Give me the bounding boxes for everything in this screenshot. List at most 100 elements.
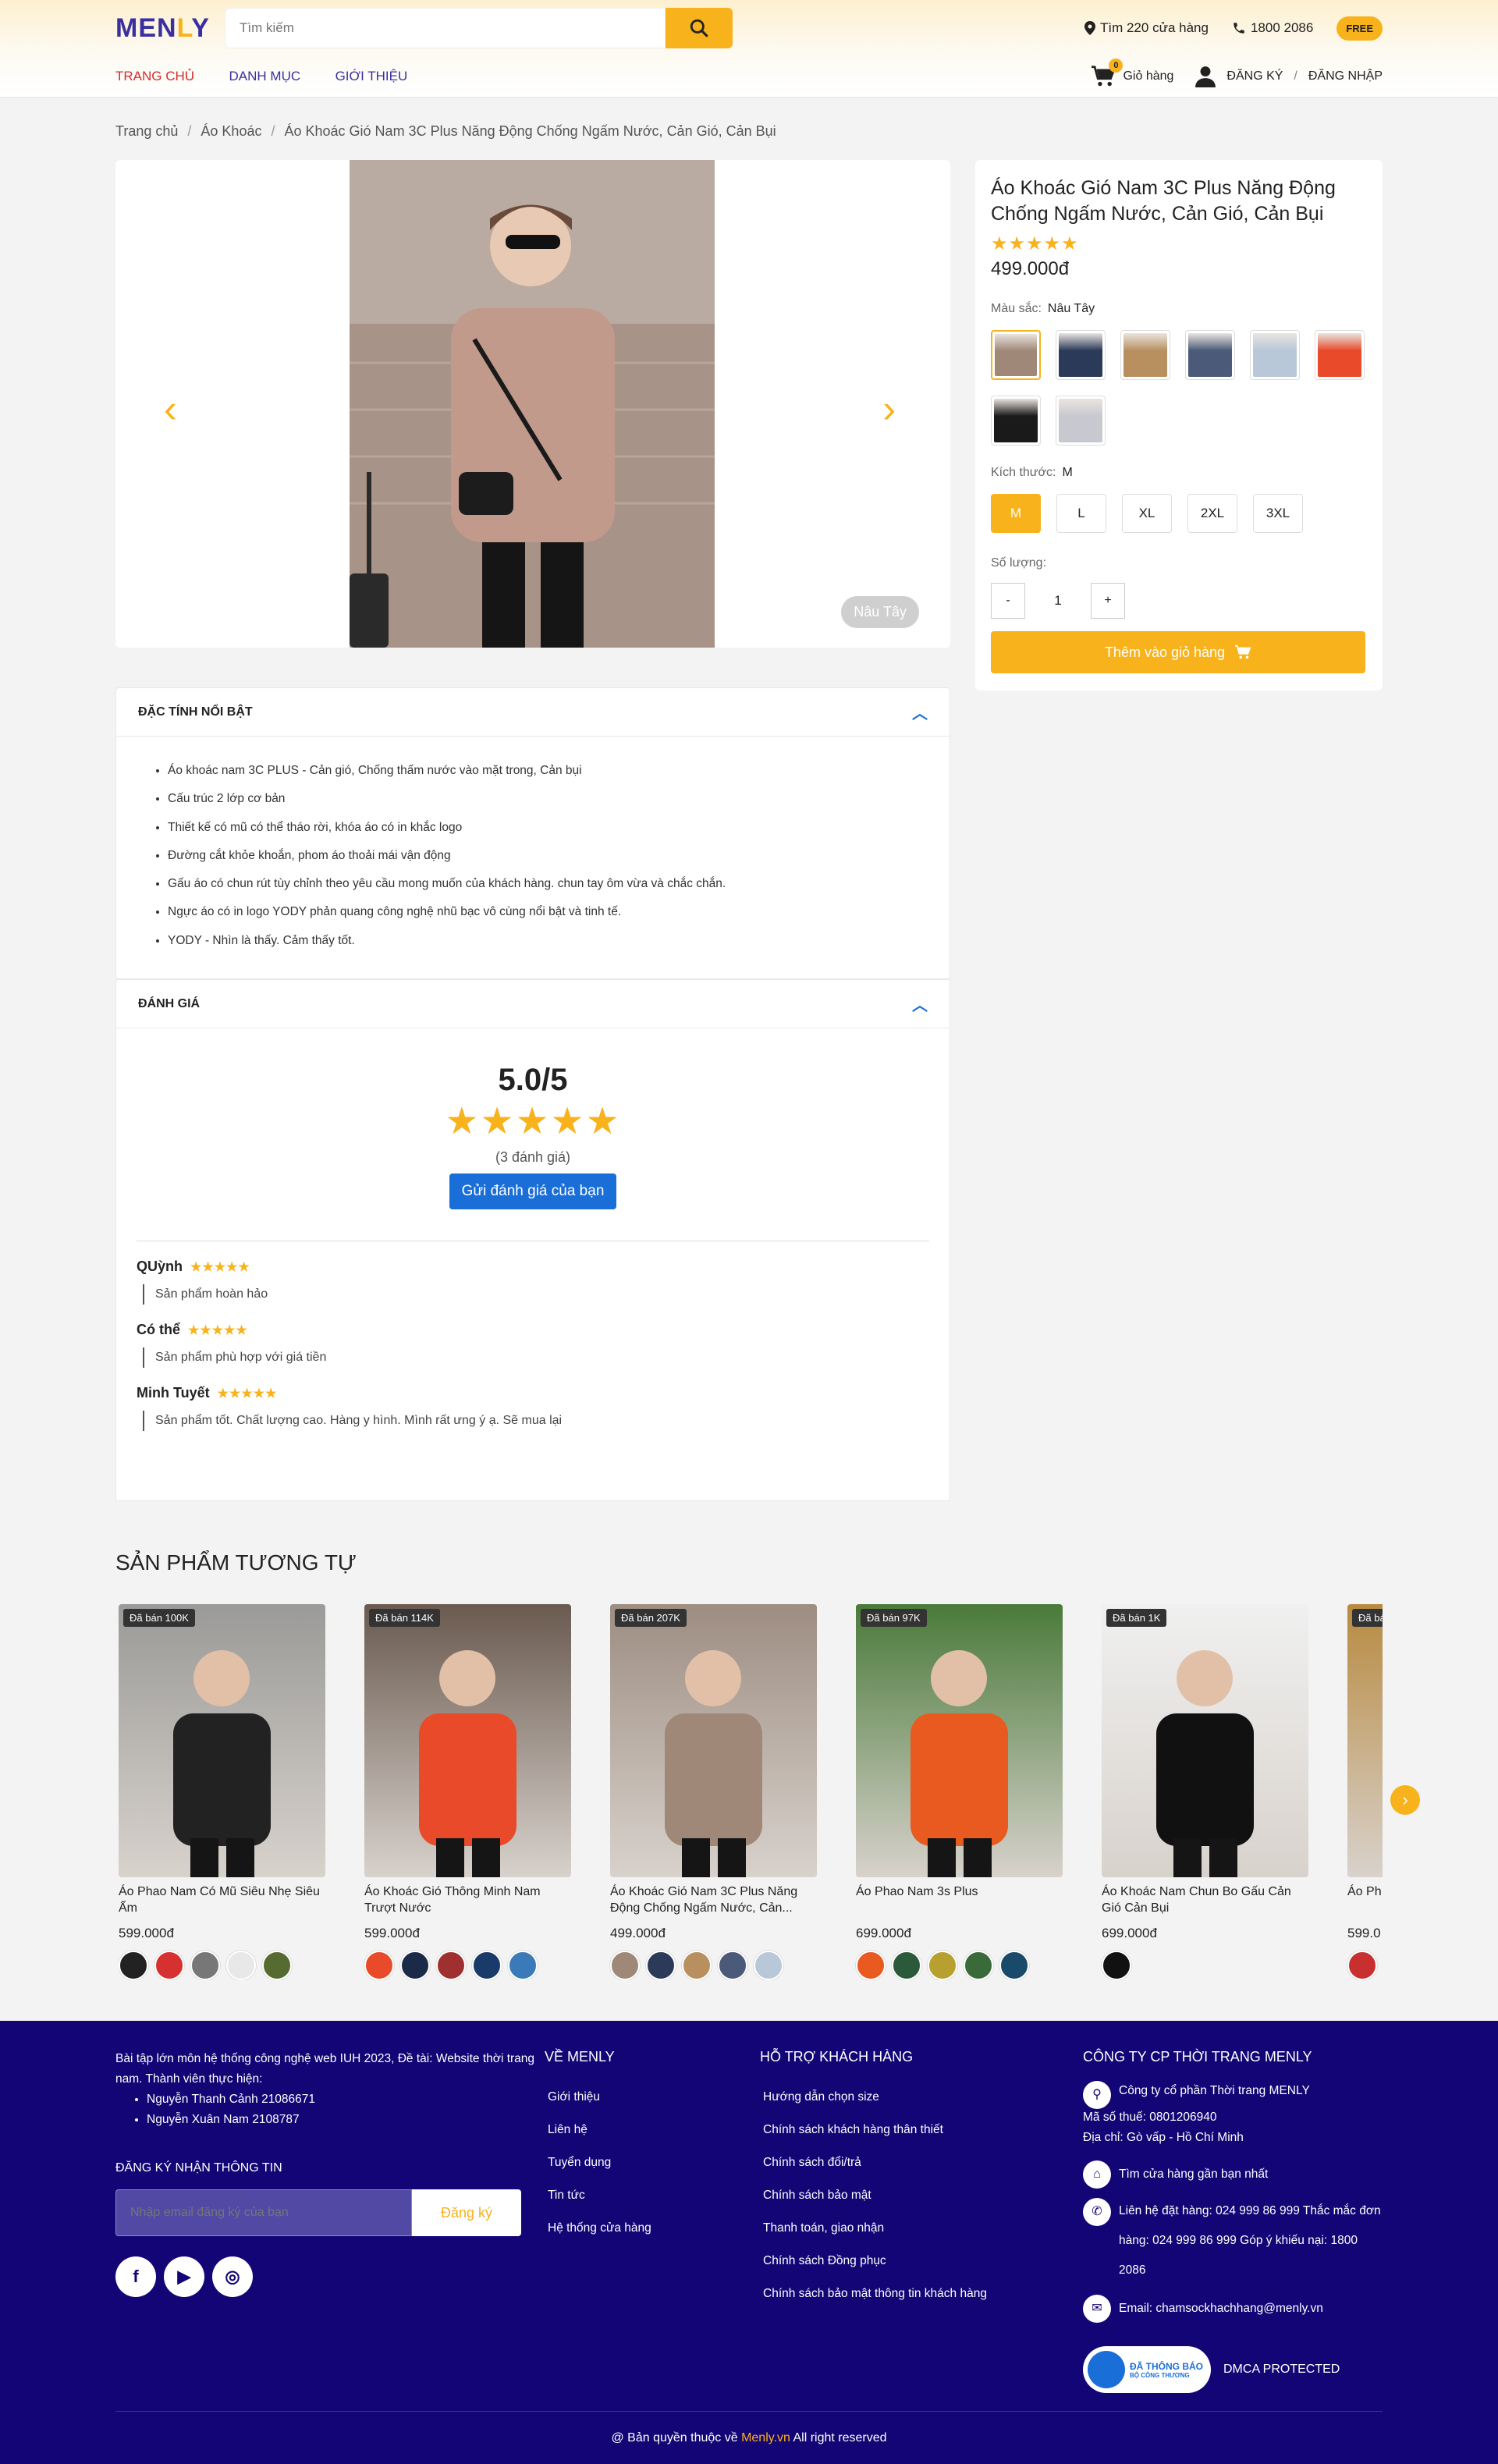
footer-about-link[interactable]: Tuyển dụng bbox=[545, 2146, 732, 2179]
product-card-image[interactable]: Đã bán bbox=[1347, 1604, 1383, 1877]
register-link[interactable]: ĐĂNG KÝ bbox=[1226, 69, 1283, 83]
product-card-name[interactable]: Áo Phao Nam 3s Plus bbox=[856, 1884, 1063, 1916]
quantity-increase-button[interactable]: + bbox=[1091, 583, 1125, 619]
color-dot[interactable] bbox=[964, 1951, 993, 1980]
color-dot[interactable] bbox=[154, 1951, 184, 1980]
bct-certified-badge[interactable]: ĐÃ THÔNG BÁO BỘ CÔNG THƯƠNG bbox=[1083, 2346, 1211, 2393]
color-dot[interactable] bbox=[472, 1951, 502, 1980]
nearest-store-link[interactable]: Tìm cửa hàng gần bạn nhất bbox=[1119, 2160, 1268, 2189]
review-item: QUỳnh ★★★★★ Sản phẩm hoàn hảo bbox=[116, 1259, 950, 1305]
footer-support-link[interactable]: Chính sách đổi/trả bbox=[760, 2146, 1064, 2179]
quantity-value[interactable]: 1 bbox=[1025, 593, 1091, 609]
breadcrumb-home[interactable]: Trang chủ bbox=[115, 123, 178, 139]
color-dot[interactable] bbox=[856, 1951, 886, 1980]
youtube-icon[interactable]: ▶ bbox=[164, 2256, 204, 2297]
product-card[interactable]: Đã bán Áo Ph Siêu 599.0 bbox=[1347, 1604, 1383, 1980]
size-option[interactable]: M bbox=[991, 494, 1041, 533]
color-swatch[interactable] bbox=[1315, 330, 1365, 380]
product-card-image[interactable]: Đã bán 114K bbox=[364, 1604, 571, 1877]
product-card[interactable]: Đã bán 100K Áo Phao Nam Có Mũ Siêu Nhẹ Si… bbox=[119, 1604, 325, 1980]
footer-about-link[interactable]: Giới thiệu bbox=[545, 2081, 732, 2114]
footer-about-link[interactable]: Tin tức bbox=[545, 2179, 732, 2212]
instagram-icon[interactable]: ◎ bbox=[212, 2256, 253, 2297]
nav-about[interactable]: GIỚI THIỆU bbox=[335, 69, 408, 83]
color-dot[interactable] bbox=[190, 1951, 220, 1980]
logo[interactable]: MENLY bbox=[115, 13, 225, 44]
sold-count-badge: Đã bán bbox=[1352, 1609, 1383, 1627]
color-dot[interactable] bbox=[718, 1951, 747, 1980]
hotline-link[interactable]: 1800 2086 bbox=[1232, 20, 1313, 36]
footer-about-link[interactable]: Liên hệ bbox=[545, 2114, 732, 2146]
color-dot[interactable] bbox=[682, 1951, 712, 1980]
color-dot[interactable] bbox=[999, 1951, 1029, 1980]
gallery-next-button[interactable]: › bbox=[882, 386, 896, 431]
footer-support-link[interactable]: Chính sách Đồng phục bbox=[760, 2245, 1064, 2278]
cart-link[interactable]: 0 Giỏ hàng bbox=[1090, 59, 1173, 88]
copyright-brand-link[interactable]: Menly.vn bbox=[741, 2431, 790, 2444]
product-card-image[interactable]: Đã bán 100K bbox=[119, 1604, 325, 1877]
dmca-badge[interactable]: DMCA PROTECTED bbox=[1223, 2363, 1340, 2377]
nav-categories[interactable]: DANH MỤC bbox=[229, 69, 301, 83]
footer-support-link[interactable]: Hướng dẫn chọn size bbox=[760, 2081, 1064, 2114]
color-dot[interactable] bbox=[508, 1951, 538, 1980]
size-option[interactable]: 3XL bbox=[1253, 494, 1303, 533]
color-swatch[interactable] bbox=[1185, 330, 1235, 380]
quantity-decrease-button[interactable]: - bbox=[991, 583, 1025, 619]
color-dot[interactable] bbox=[400, 1951, 430, 1980]
color-dot[interactable] bbox=[646, 1951, 676, 1980]
newsletter-submit-button[interactable]: Đăng ký bbox=[412, 2189, 521, 2236]
product-card-image[interactable]: Đã bán 1K bbox=[1102, 1604, 1308, 1877]
color-dot[interactable] bbox=[226, 1951, 256, 1980]
size-option[interactable]: XL bbox=[1122, 494, 1172, 533]
color-dot[interactable] bbox=[892, 1951, 921, 1980]
footer-about-link[interactable]: Hệ thống cửa hàng bbox=[545, 2212, 732, 2245]
color-swatch[interactable] bbox=[1056, 330, 1106, 380]
color-dot[interactable] bbox=[754, 1951, 783, 1980]
footer-support-link[interactable]: Chính sách bảo mật thông tin khách hàng bbox=[760, 2278, 1064, 2310]
color-dot[interactable] bbox=[262, 1951, 292, 1980]
color-swatch[interactable] bbox=[1250, 330, 1300, 380]
product-card[interactable]: Đã bán 114K Áo Khoác Gió Thông Minh Nam T… bbox=[364, 1604, 571, 1980]
facebook-icon[interactable]: f bbox=[115, 2256, 156, 2297]
login-link[interactable]: ĐĂNG NHẬP bbox=[1308, 69, 1383, 83]
color-swatch[interactable] bbox=[991, 330, 1041, 380]
product-card-name[interactable]: Áo Khoác Gió Thông Minh Nam Trượt Nước bbox=[364, 1884, 571, 1916]
store-locator-link[interactable]: Tìm 220 cửa hàng bbox=[1084, 20, 1209, 36]
product-card-name[interactable]: Áo Phao Nam Có Mũ Siêu Nhẹ Siêu Ấm bbox=[119, 1884, 325, 1916]
nav-home[interactable]: TRANG CHỦ bbox=[115, 69, 194, 83]
color-dot[interactable] bbox=[1102, 1951, 1131, 1980]
product-card-image[interactable]: Đã bán 207K bbox=[610, 1604, 817, 1877]
color-swatch[interactable] bbox=[991, 396, 1041, 446]
color-dot[interactable] bbox=[436, 1951, 466, 1980]
color-dot[interactable] bbox=[1347, 1951, 1377, 1980]
color-dot[interactable] bbox=[364, 1951, 394, 1980]
search-input[interactable] bbox=[225, 8, 666, 48]
breadcrumb-category[interactable]: Áo Khoác bbox=[201, 123, 261, 139]
footer-support-link[interactable]: Thanh toán, giao nhận bbox=[760, 2212, 1064, 2245]
product-card[interactable]: Đã bán 1K Áo Khoác Nam Chun Bo Gấu Cản Gi… bbox=[1102, 1604, 1308, 1980]
product-card[interactable]: Đã bán 97K Áo Phao Nam 3s Plus 699.000đ bbox=[856, 1604, 1063, 1980]
features-header[interactable]: ĐẶC TÍNH NỔI BẬT ︿ bbox=[116, 688, 950, 737]
newsletter-email-input[interactable] bbox=[115, 2189, 412, 2236]
contact-email[interactable]: Email: chamsockhachhang@menly.vn bbox=[1119, 2295, 1323, 2323]
product-card-image[interactable]: Đã bán 97K bbox=[856, 1604, 1063, 1877]
product-card[interactable]: Đã bán 207K Áo Khoác Gió Nam 3C Plus Năng… bbox=[610, 1604, 817, 1980]
gallery-prev-button[interactable]: ‹ bbox=[164, 386, 177, 431]
product-card-name[interactable]: Áo Khoác Nam Chun Bo Gấu Cản Gió Cản Bụi bbox=[1102, 1884, 1308, 1916]
color-swatch[interactable] bbox=[1120, 330, 1170, 380]
size-option[interactable]: 2XL bbox=[1187, 494, 1237, 533]
product-card-name[interactable]: Áo Ph Siêu bbox=[1347, 1884, 1383, 1916]
color-dot[interactable] bbox=[928, 1951, 957, 1980]
size-option[interactable]: L bbox=[1056, 494, 1106, 533]
add-to-cart-button[interactable]: Thêm vào giỏ hàng bbox=[991, 631, 1365, 673]
carousel-next-button[interactable]: › bbox=[1390, 1785, 1420, 1815]
footer-support-link[interactable]: Chính sách bảo mật bbox=[760, 2179, 1064, 2212]
color-swatch[interactable] bbox=[1056, 396, 1106, 446]
color-dot[interactable] bbox=[610, 1951, 640, 1980]
color-dot[interactable] bbox=[119, 1951, 148, 1980]
search-button[interactable] bbox=[666, 8, 733, 48]
reviews-header[interactable]: ĐÁNH GIÁ ︿ bbox=[116, 980, 950, 1028]
footer-support-link[interactable]: Chính sách khách hàng thân thiết bbox=[760, 2114, 1064, 2146]
product-card-name[interactable]: Áo Khoác Gió Nam 3C Plus Năng Động Chống… bbox=[610, 1884, 817, 1916]
write-review-button[interactable]: Gửi đánh giá của bạn bbox=[449, 1173, 617, 1209]
